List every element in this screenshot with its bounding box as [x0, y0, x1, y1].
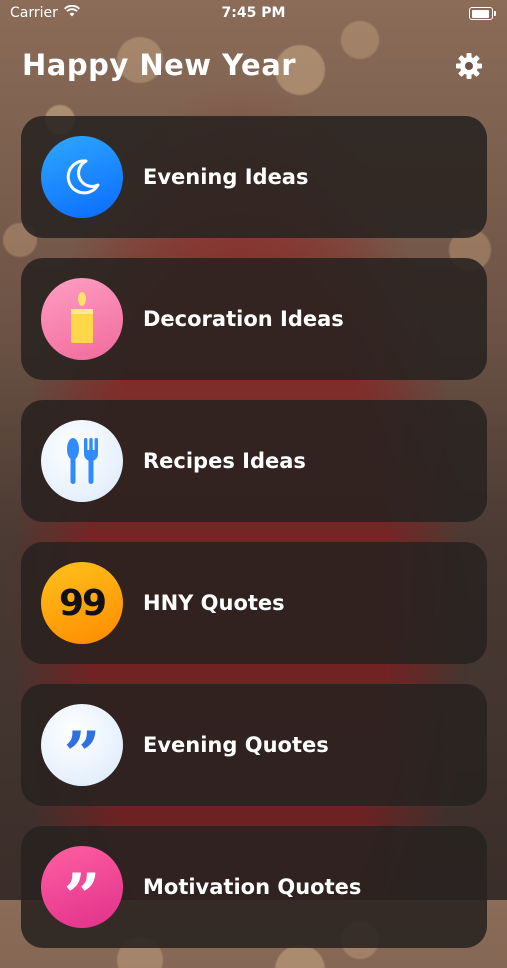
menu-item-label: Recipes Ideas [143, 449, 306, 473]
ninety-nine-icon: 99 [41, 562, 123, 644]
battery-icon [469, 7, 496, 20]
menu-item-decoration-ideas[interactable]: Decoration Ideas [21, 258, 487, 380]
quote-glyph: ” [63, 718, 101, 793]
gear-icon [456, 53, 482, 79]
menu-item-motivation-quotes[interactable]: ” Motivation Quotes [21, 826, 487, 948]
menu-item-recipes-ideas[interactable]: Recipes Ideas [21, 400, 487, 522]
quote-icon: ” [41, 704, 123, 793]
menu-item-evening-quotes[interactable]: ” Evening Quotes [21, 684, 487, 806]
menu-item-label: HNY Quotes [143, 591, 285, 615]
status-time: 7:45 PM [221, 5, 286, 21]
menu-item-label: Evening Ideas [143, 165, 309, 189]
menu-item-label: Evening Quotes [143, 733, 329, 757]
moon-icon [41, 136, 123, 218]
menu-item-label: Motivation Quotes [143, 875, 362, 899]
fork-spoon-icon [41, 420, 123, 502]
quote-glyph: ” [63, 860, 101, 935]
candle-icon [41, 278, 123, 360]
header: Happy New Year [22, 46, 485, 90]
page-title: Happy New Year [22, 48, 297, 82]
quote-icon: ” [41, 846, 123, 935]
status-bar: Carrier 7:45 PM [0, 0, 507, 28]
menu-item-label: Decoration Ideas [143, 307, 344, 331]
menu-item-evening-ideas[interactable]: Evening Ideas [21, 116, 487, 238]
menu-item-hny-quotes[interactable]: 99 HNY Quotes [21, 542, 487, 664]
settings-button[interactable] [453, 50, 485, 82]
menu-list: Evening Ideas Decoration Ideas Recipes I [21, 116, 487, 968]
ninety-nine-glyph: 99 [58, 582, 107, 624]
